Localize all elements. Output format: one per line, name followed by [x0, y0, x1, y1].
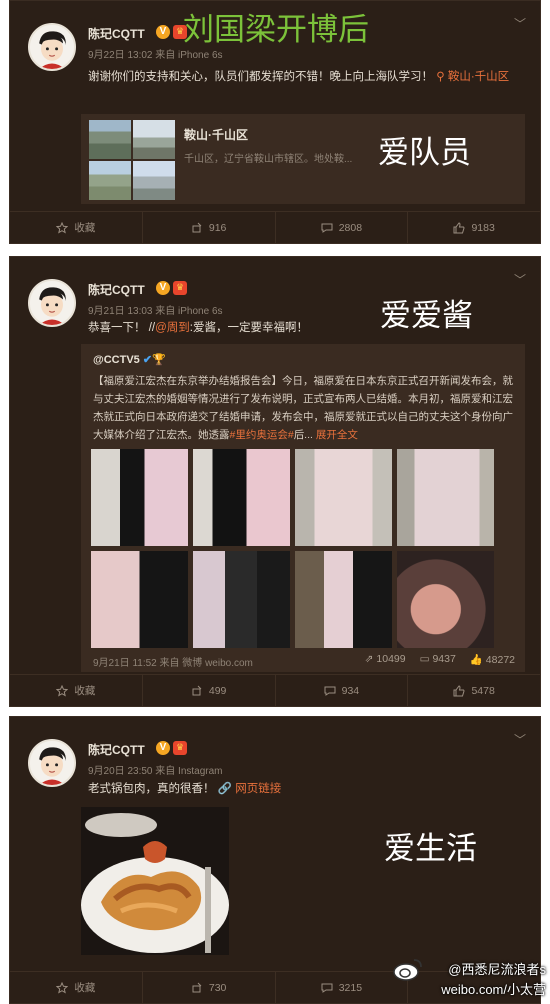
chevron-down-icon[interactable]: ﹀ [514, 731, 526, 748]
post-meta: 9月21日 13:03 来自 iPhone 6s [88, 306, 223, 317]
repost-text: 【福原爱江宏杰在东京举办结婚报告会】今日，福原爱在日本东京正式召开新闻发布会，就… [93, 375, 513, 441]
favorite-button[interactable]: 收藏 [10, 972, 142, 1003]
thumbs-up-icon [453, 684, 465, 696]
reposted-content[interactable]: @CCTV5 ✔🏆 【福原爱江宏杰在东京举办结婚报告会】今日，福原爱在日本东京正… [81, 344, 525, 672]
repost-user[interactable]: @CCTV5 ✔🏆 [93, 353, 166, 366]
star-icon [56, 684, 69, 697]
repost-button[interactable]: 730 [141, 972, 275, 1003]
repost-icon [192, 982, 202, 992]
food-photo[interactable] [81, 807, 229, 955]
comment-button[interactable]: 934 [274, 675, 408, 706]
post-meta: 9月20日 23:50 来自 Instagram [88, 766, 223, 777]
avatar[interactable] [28, 23, 76, 71]
avatar[interactable] [28, 739, 76, 787]
chevron-down-icon[interactable]: ﹀ [514, 15, 526, 32]
favorite-button[interactable]: 收藏 [10, 212, 142, 243]
like-button[interactable]: 9183 [407, 212, 540, 243]
overlay-caption: 爱爱酱 [380, 298, 473, 334]
comment-button[interactable]: 3215 [274, 972, 408, 1003]
repost-icon [192, 222, 202, 232]
comment-icon [321, 223, 333, 233]
watermark: @西悉尼流浪者s weibo.com/小太营 [441, 960, 546, 1000]
vip-crown-icon: ♛ [173, 741, 187, 755]
photo-thumbnail[interactable] [295, 449, 392, 546]
action-bar: 收藏 916 2808 9183 [10, 211, 540, 243]
watermark-handle: @西悉尼流浪者s [448, 962, 546, 977]
post-text: 谢谢你们的支持和关心，队员们都发挥的不错！晚上向上海队学习！ ⚲ 鞍山·千山区 [88, 71, 510, 83]
comment-icon [324, 686, 336, 696]
mention-link[interactable]: @周到 [155, 322, 190, 334]
vip-crown-icon: ♛ [173, 281, 187, 295]
web-link[interactable]: 🔗 网页链接 [218, 783, 282, 795]
photo-thumbnail[interactable] [193, 551, 290, 648]
comment-icon [321, 983, 333, 993]
like-count[interactable]: 👍 48272 [470, 653, 515, 666]
photo-grid [91, 449, 507, 649]
repost-stats: ⇗ 10499 ▭ 9437 👍 48272 [365, 653, 515, 666]
username[interactable]: 陈玘CQTT [88, 741, 145, 758]
hashtag-link[interactable]: #里约奥运会# [230, 429, 294, 441]
verified-icon: V [156, 281, 170, 295]
repost-meta: 9月21日 11:52 来自 微博 weibo.com [93, 658, 253, 669]
verified-icon: V [156, 25, 170, 39]
comment-button[interactable]: 2808 [274, 212, 408, 243]
photo-thumbnail[interactable] [295, 551, 392, 648]
chevron-down-icon[interactable]: ﹀ [514, 271, 526, 288]
photo-thumbnail[interactable] [91, 551, 188, 648]
repost-button[interactable]: 499 [141, 675, 275, 706]
comment-count[interactable]: ▭ 9437 [420, 653, 456, 666]
photo-thumbnail[interactable] [91, 449, 188, 546]
expand-link[interactable]: 展开全文 [316, 429, 358, 441]
title-overlay: 刘国梁开博后 [183, 12, 369, 48]
avatar[interactable] [28, 279, 76, 327]
location-desc: 千山区，辽宁省鞍山市辖区。地处鞍... [184, 154, 353, 165]
photo-thumbnail[interactable] [193, 449, 290, 546]
post-text: 老式锅包肉，真的很香！ 🔗 网页链接 [88, 783, 282, 795]
verified-icon: V [156, 741, 170, 755]
like-button[interactable]: 5478 [407, 675, 540, 706]
location-thumbnails [89, 120, 175, 200]
photo-thumbnail[interactable] [397, 551, 494, 648]
photo-thumbnail[interactable] [397, 449, 494, 546]
action-bar: 收藏 499 934 5478 [10, 674, 540, 706]
repost-count[interactable]: ⇗ 10499 [365, 653, 406, 666]
repost-button[interactable]: 916 [141, 212, 275, 243]
location-title: 鞍山·千山区 [184, 128, 248, 142]
favorite-button[interactable]: 收藏 [10, 675, 142, 706]
overlay-caption: 爱生活 [384, 831, 477, 867]
username[interactable]: 陈玘CQTT [88, 25, 145, 42]
username[interactable]: 陈玘CQTT [88, 281, 145, 298]
post-text: 恭喜一下！ //@周到:爱酱，一定要幸福啊！ [88, 322, 308, 334]
location-link[interactable]: ⚲ 鞍山·千山区 [433, 71, 509, 83]
star-icon [56, 221, 69, 234]
overlay-caption: 爱队员 [378, 135, 471, 171]
repost-icon [192, 685, 202, 695]
thumbs-up-icon [453, 221, 465, 233]
watermark-url: weibo.com/小太营 [441, 982, 546, 997]
weibo-logo-icon [393, 959, 422, 981]
star-icon [56, 981, 69, 994]
